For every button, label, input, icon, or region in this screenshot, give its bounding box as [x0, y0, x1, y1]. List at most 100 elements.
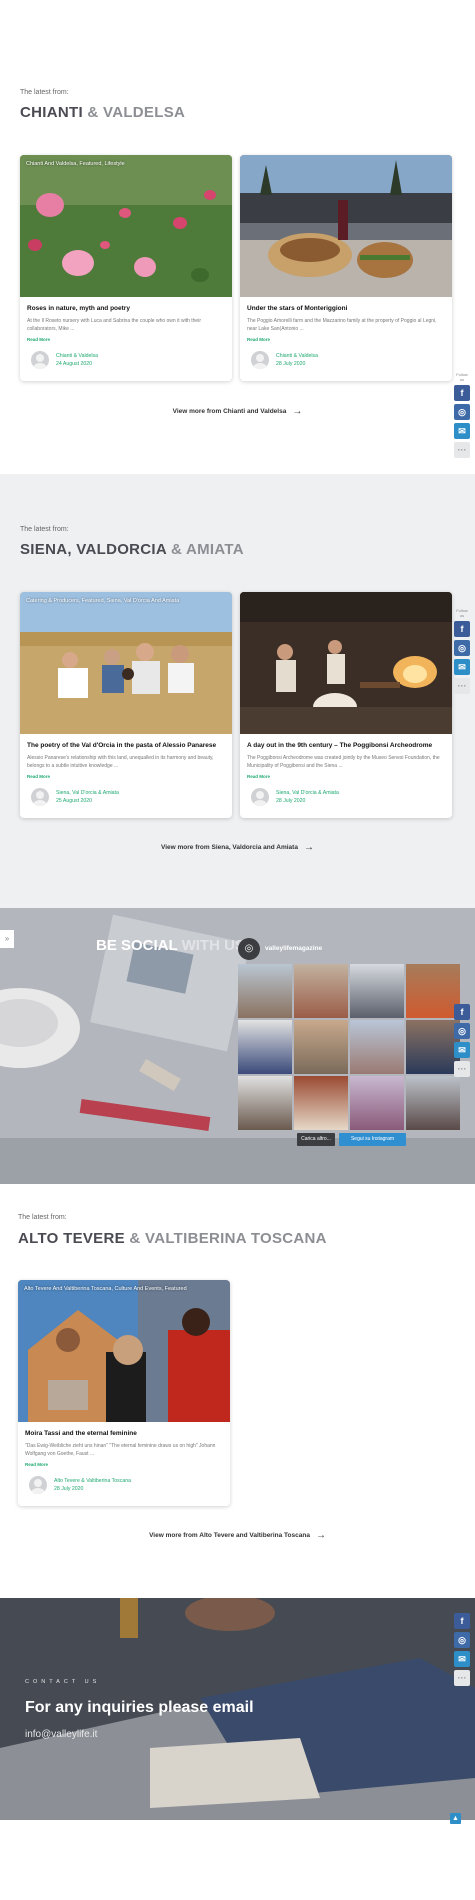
contact-title: For any inquiries please email — [25, 1699, 254, 1716]
heading-amp: & AMIATA — [170, 541, 244, 558]
instagram-post[interactable] — [406, 1020, 460, 1074]
article-image-moira[interactable]: Alto Tevere And Valtiberina Toscana, Cul… — [18, 1280, 230, 1422]
sidebar-toggle[interactable]: » — [0, 930, 14, 948]
facebook-icon[interactable]: f — [454, 385, 470, 401]
instagram-feed-grid — [238, 964, 460, 1130]
arrow-right-icon: → — [292, 406, 303, 417]
card-title[interactable]: Moira Tassi and the eternal feminine — [25, 1430, 223, 1437]
roses-photo — [20, 155, 232, 297]
author-avatar — [251, 788, 269, 806]
scroll-to-top-button[interactable]: ▲ — [450, 1813, 461, 1824]
arrow-right-icon: → — [315, 1530, 326, 1541]
read-more-link[interactable]: Read More — [27, 774, 50, 779]
latest-label: The latest from: — [20, 526, 69, 533]
view-more-label[interactable]: View more from Siena, Valdorcia and Amia… — [161, 844, 298, 851]
contact-email-link[interactable]: info@valleylife.it — [25, 1729, 97, 1740]
facebook-icon[interactable]: f — [454, 1613, 470, 1629]
more-icon[interactable]: ··· — [454, 1670, 470, 1686]
more-icon[interactable]: ··· — [454, 442, 470, 458]
be-social-a: BE SOCIAL — [96, 937, 178, 954]
email-icon[interactable]: ✉ — [454, 1042, 470, 1058]
instagram-username[interactable]: valleylifemagazine — [265, 945, 322, 952]
card-meta-category[interactable]: Chianti & Valdelsa — [276, 353, 318, 359]
instagram-post[interactable] — [406, 1076, 460, 1130]
card-meta-date: 28 July 2020 — [276, 361, 306, 367]
instagram-icon[interactable]: ◎ — [454, 404, 470, 420]
card-title[interactable]: Roses in nature, myth and poetry — [27, 305, 225, 312]
card-meta-date: 28 July 2020 — [276, 798, 306, 804]
article-image-roses[interactable]: Chianti And Valdelsa, Featured, Lifestyl… — [20, 155, 232, 297]
view-more-label[interactable]: View more from Chianti and Valdelsa — [173, 408, 287, 415]
section-heading: SIENA, VALDORCIA & AMIATA — [20, 541, 244, 558]
article-card[interactable]: Chianti And Valdelsa, Featured, Lifestyl… — [20, 155, 232, 381]
read-more-link[interactable]: Read More — [247, 774, 270, 779]
instagram-post[interactable] — [294, 1020, 348, 1074]
archeodrome-photo — [240, 592, 452, 734]
card-category[interactable]: Catering & Producers, Featured, Siena, V… — [26, 598, 179, 604]
read-more-link[interactable]: Read More — [27, 337, 50, 342]
card-category[interactable]: Alto Tevere And Valtiberina Toscana, Cul… — [24, 1286, 187, 1292]
instagram-post[interactable] — [406, 964, 460, 1018]
card-meta-category[interactable]: Siena, Val D'orcia & Amiata — [56, 790, 119, 796]
article-card[interactable]: Under the stars of Monteriggioni The Pog… — [240, 155, 452, 381]
share-label: Follow us — [456, 372, 468, 382]
card-title[interactable]: Under the stars of Monteriggioni — [247, 305, 445, 312]
view-more-link[interactable]: View more from Chianti and Valdelsa → — [0, 406, 475, 417]
view-more-link[interactable]: View more from Siena, Valdorcia and Amia… — [0, 842, 475, 853]
card-meta-category[interactable]: Chianti & Valdelsa — [56, 353, 98, 359]
follow-instagram-button[interactable]: Segui su Instagram — [339, 1133, 406, 1146]
more-icon[interactable]: ··· — [454, 678, 470, 694]
author-avatar — [31, 351, 49, 369]
be-social-title: BE SOCIAL WITH US — [96, 937, 245, 954]
share-bar: Follow us f ◎ ✉ ··· — [454, 608, 470, 697]
instagram-post[interactable] — [238, 1020, 292, 1074]
read-more-link[interactable]: Read More — [25, 1462, 48, 1467]
email-icon[interactable]: ✉ — [454, 1651, 470, 1667]
heading-main: SIENA, VALDORCIA — [20, 541, 167, 558]
instagram-icon[interactable]: ◎ — [454, 640, 470, 656]
instagram-post[interactable] — [238, 1076, 292, 1130]
load-more-button[interactable]: Carica altro... — [297, 1133, 335, 1146]
facebook-icon[interactable]: f — [454, 1004, 470, 1020]
view-more-link[interactable]: View more from Alto Tevere and Valtiberi… — [0, 1530, 475, 1541]
instagram-post[interactable] — [350, 1076, 404, 1130]
instagram-post[interactable] — [238, 964, 292, 1018]
instagram-post[interactable] — [350, 1020, 404, 1074]
instagram-icon[interactable]: ◎ — [454, 1632, 470, 1648]
article-image-burger[interactable] — [240, 155, 452, 297]
more-icon[interactable]: ··· — [454, 1061, 470, 1077]
view-more-label[interactable]: View more from Alto Tevere and Valtiberi… — [149, 1532, 310, 1539]
card-excerpt: "Das Ewig-Weibliche zieht uns hinan" "Th… — [25, 1443, 216, 1457]
card-meta-date: 28 July 2020 — [54, 1486, 84, 1492]
article-card[interactable]: A day out in the 9th century – The Poggi… — [240, 592, 452, 818]
card-category[interactable]: Chianti And Valdelsa, Featured, Lifestyl… — [26, 161, 125, 167]
instagram-post[interactable] — [350, 964, 404, 1018]
email-icon[interactable]: ✉ — [454, 659, 470, 675]
article-image-family[interactable]: Catering & Producers, Featured, Siena, V… — [20, 592, 232, 734]
author-avatar — [251, 351, 269, 369]
instagram-icon[interactable]: ◎ — [454, 1023, 470, 1039]
email-icon[interactable]: ✉ — [454, 423, 470, 439]
article-card[interactable]: Catering & Producers, Featured, Siena, V… — [20, 592, 232, 818]
heading-main: ALTO TEVERE — [18, 1230, 125, 1247]
arrow-right-icon: → — [303, 842, 314, 853]
card-excerpt: At the Il Roseto nursery with Luca and S… — [27, 318, 201, 332]
article-card[interactable]: Alto Tevere And Valtiberina Toscana, Cul… — [18, 1280, 230, 1506]
section-heading: ALTO TEVERE & VALTIBERINA TOSCANA — [18, 1230, 327, 1247]
read-more-link[interactable]: Read More — [247, 337, 270, 342]
card-meta-category[interactable]: Alto Tevere & Valtiberina Toscana — [54, 1478, 131, 1484]
instagram-icon[interactable]: ◎ — [238, 938, 260, 960]
article-image-archeodrome[interactable] — [240, 592, 452, 734]
painting-photo — [18, 1280, 230, 1422]
instagram-post[interactable] — [294, 1076, 348, 1130]
card-meta-category[interactable]: Siena, Val D'orcia & Amiata — [276, 790, 339, 796]
facebook-icon[interactable]: f — [454, 621, 470, 637]
instagram-post[interactable] — [294, 964, 348, 1018]
card-title[interactable]: The poetry of the Val d'Orcia in the pas… — [27, 742, 225, 749]
dinner-photo — [240, 155, 452, 297]
card-title[interactable]: A day out in the 9th century – The Poggi… — [247, 742, 445, 749]
be-social-b: WITH US — [181, 937, 245, 954]
card-excerpt: The Poggio Amorelli farm and the Mazzari… — [247, 318, 437, 332]
heading-main: CHIANTI — [20, 104, 83, 121]
heading-amp: & VALTIBERINA TOSCANA — [129, 1230, 327, 1247]
